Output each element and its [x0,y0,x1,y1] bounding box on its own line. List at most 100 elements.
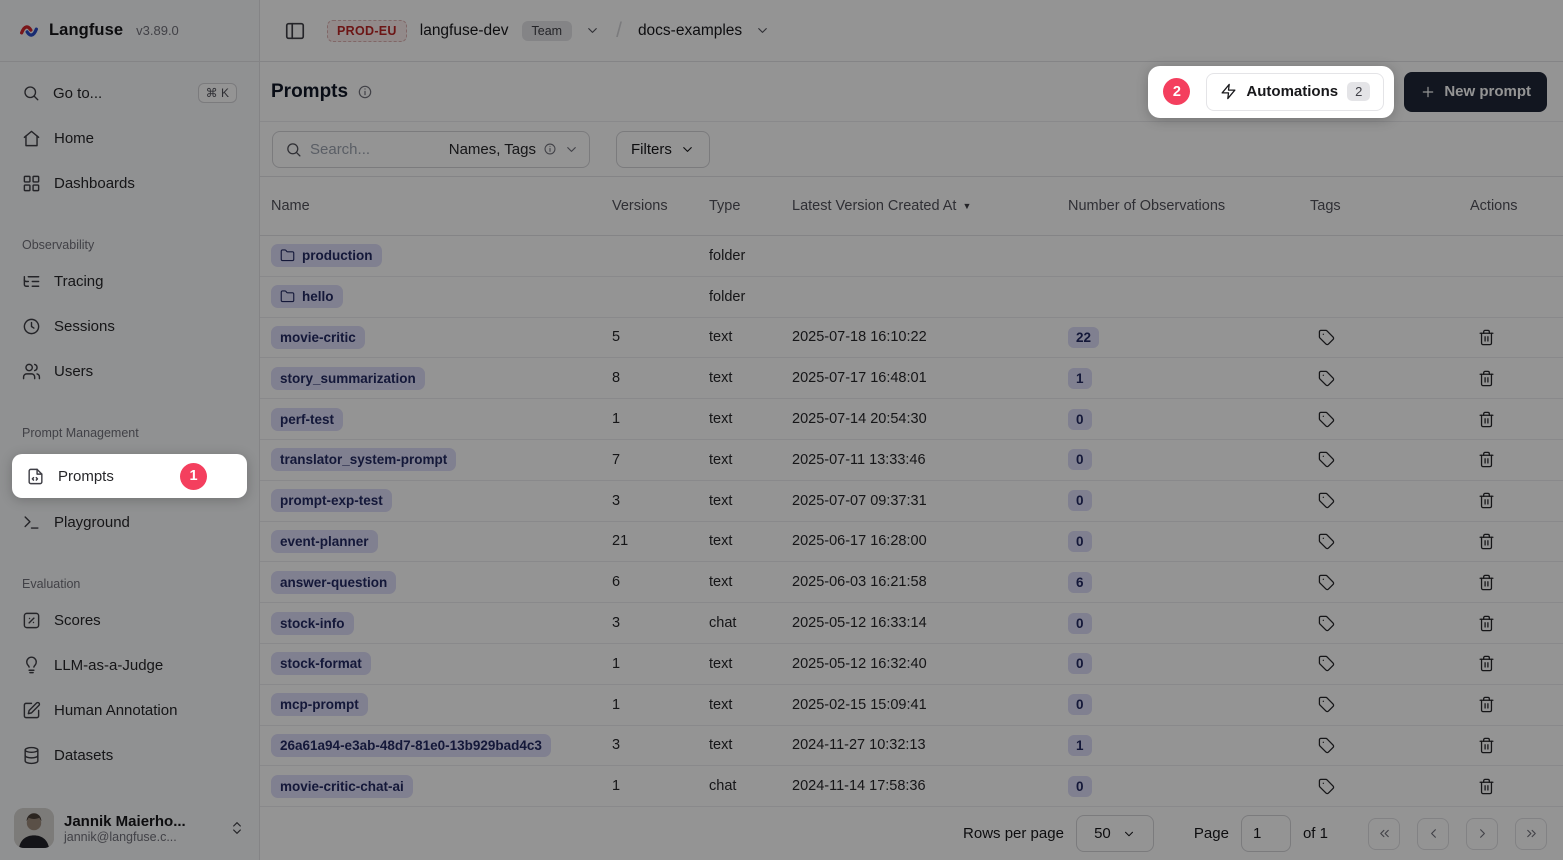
prompt-name-pill[interactable]: stock-format [271,652,371,675]
cell-observations: 1 [1068,735,1310,756]
cell-tags [1310,774,1470,799]
delete-button[interactable] [1474,733,1499,758]
prompt-name-pill[interactable]: stock-info [271,612,354,635]
sidebar-item-label: Sessions [54,318,115,335]
delete-button[interactable] [1474,407,1499,432]
rows-per-page-select[interactable]: 50 [1076,815,1154,852]
table-row[interactable]: mcp-prompt 1 text 2025-02-15 15:09:41 0 [260,685,1563,726]
filters-button[interactable]: Filters [616,131,710,168]
prompt-name-pill[interactable]: event-planner [271,530,378,553]
last-page-button[interactable] [1515,818,1547,850]
observations-badge: 0 [1068,653,1092,674]
sidebar-toggle-button[interactable] [284,20,306,42]
sidebar-item-goto[interactable]: Go to... ⌘ K [12,78,247,108]
table-row[interactable]: movie-critic 5 text 2025-07-18 16:10:22 … [260,318,1563,359]
previous-page-button[interactable] [1417,818,1449,850]
user-menu[interactable]: Jannik Maierho... jannik@langfuse.c... [0,798,259,860]
prompt-name-pill[interactable]: prompt-exp-test [271,489,392,512]
sidebar-item-prompts[interactable]: Prompts 1 [12,454,247,498]
tag-button[interactable] [1314,529,1339,554]
prompt-name-pill[interactable]: story_summarization [271,367,425,390]
delete-button[interactable] [1474,611,1499,636]
prompt-name-pill[interactable]: perf-test [271,408,343,431]
prompt-name-pill[interactable]: movie-critic [271,326,365,349]
cell-created-at: 2025-07-11 13:33:46 [792,452,1068,468]
prompt-name-pill[interactable]: answer-question [271,571,396,594]
table-row[interactable]: translator_system-prompt 7 text 2025-07-… [260,440,1563,481]
table-row[interactable]: event-planner 21 text 2025-06-17 16:28:0… [260,522,1563,563]
prompt-name: 26a61a94-e3ab-48d7-81e0-13b929bad4c3 [280,738,542,753]
sidebar-item-dashboards[interactable]: Dashboards [12,168,247,198]
sidebar-item-label: Scores [54,612,101,629]
search-box[interactable]: Names, Tags [272,131,590,168]
prompt-name-pill[interactable]: 26a61a94-e3ab-48d7-81e0-13b929bad4c3 [271,734,551,757]
table-row[interactable]: production folder [260,236,1563,277]
cell-type: text [709,370,792,386]
tag-button[interactable] [1314,692,1339,717]
new-prompt-button[interactable]: New prompt [1404,72,1547,112]
prompt-name-pill[interactable]: hello [271,285,343,308]
table-row[interactable]: prompt-exp-test 3 text 2025-07-07 09:37:… [260,481,1563,522]
sidebar-item-scores[interactable]: Scores [12,605,247,635]
cell-created-at: 2025-02-15 15:09:41 [792,697,1068,713]
delete-button[interactable] [1474,529,1499,554]
page-number-input[interactable] [1241,815,1291,852]
cell-type: text [709,411,792,427]
tag-icon [1318,492,1335,509]
sidebar-item-tracing[interactable]: Tracing [12,266,247,296]
tag-button[interactable] [1314,651,1339,676]
tag-button[interactable] [1314,488,1339,513]
sidebar-item-human-annotation[interactable]: Human Annotation [12,695,247,725]
cell-type: folder [709,248,792,264]
next-page-button[interactable] [1466,818,1498,850]
delete-button[interactable] [1474,325,1499,350]
delete-button[interactable] [1474,447,1499,472]
sidebar-item-sessions[interactable]: Sessions [12,311,247,341]
table-row[interactable]: story_summarization 8 text 2025-07-17 16… [260,358,1563,399]
organization-name[interactable]: langfuse-dev [420,22,509,40]
sidebar-item-home[interactable]: Home [12,123,247,153]
delete-button[interactable] [1474,774,1499,799]
delete-button[interactable] [1474,692,1499,717]
delete-button[interactable] [1474,651,1499,676]
prompt-name-pill[interactable]: movie-critic-chat-ai [271,775,413,798]
delete-button[interactable] [1474,366,1499,391]
table-row[interactable]: stock-info 3 chat 2025-05-12 16:33:14 0 [260,603,1563,644]
search-input[interactable] [310,141,410,158]
column-header-latest-version[interactable]: Latest Version Created At ▼ [792,198,1068,214]
prompt-name-pill[interactable]: translator_system-prompt [271,448,456,471]
automations-button[interactable]: Automations 2 [1206,73,1384,111]
table-row[interactable]: answer-question 6 text 2025-06-03 16:21:… [260,562,1563,603]
tag-button[interactable] [1314,407,1339,432]
table-row[interactable]: hello folder [260,277,1563,318]
chevron-down-icon[interactable] [755,23,770,38]
chevron-down-icon[interactable] [585,23,600,38]
delete-button[interactable] [1474,570,1499,595]
search-scope-dropdown[interactable]: Names, Tags [449,141,579,158]
main: PROD-EU langfuse-dev Team / docs-example… [260,0,1563,860]
delete-button[interactable] [1474,488,1499,513]
sidebar-item-datasets[interactable]: Datasets [12,740,247,770]
cell-versions: 1 [612,697,709,713]
cell-created-at: 2024-11-14 17:58:36 [792,778,1068,794]
table-row[interactable]: stock-format 1 text 2025-05-12 16:32:40 … [260,644,1563,685]
table-row[interactable]: movie-critic-chat-ai 1 chat 2024-11-14 1… [260,766,1563,807]
tag-button[interactable] [1314,611,1339,636]
tag-button[interactable] [1314,733,1339,758]
project-name[interactable]: docs-examples [638,22,742,40]
tag-button[interactable] [1314,447,1339,472]
prompt-name-pill[interactable]: mcp-prompt [271,693,368,716]
first-page-button[interactable] [1368,818,1400,850]
tag-button[interactable] [1314,325,1339,350]
prompt-name-pill[interactable]: production [271,244,382,267]
tag-button[interactable] [1314,570,1339,595]
table-row[interactable]: perf-test 1 text 2025-07-14 20:54:30 0 [260,399,1563,440]
tag-button[interactable] [1314,774,1339,799]
sidebar-item-users[interactable]: Users [12,356,247,386]
tag-button[interactable] [1314,366,1339,391]
table-row[interactable]: 26a61a94-e3ab-48d7-81e0-13b929bad4c3 3 t… [260,726,1563,767]
sidebar-item-llm-judge[interactable]: LLM-as-a-Judge [12,650,247,680]
table-header: Name Versions Type Latest Version Create… [260,177,1563,236]
sidebar-item-playground[interactable]: Playground [12,507,247,537]
tag-icon [1318,533,1335,550]
